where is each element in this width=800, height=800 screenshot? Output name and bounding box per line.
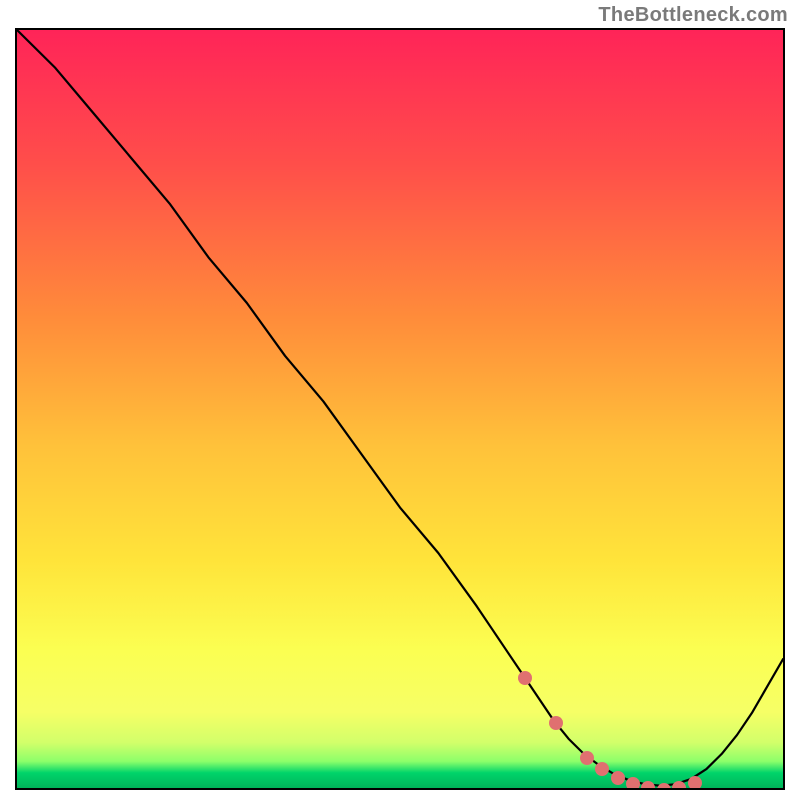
data-marker xyxy=(641,781,655,790)
data-marker xyxy=(580,751,594,765)
data-marker xyxy=(595,762,609,776)
marker-layer xyxy=(17,30,783,788)
plot-area xyxy=(15,28,785,790)
data-marker xyxy=(657,783,671,790)
data-marker xyxy=(611,771,625,785)
data-marker xyxy=(688,776,702,790)
watermark-text: TheBottleneck.com xyxy=(598,4,788,27)
data-marker xyxy=(672,781,686,790)
chart-frame: TheBottleneck.com xyxy=(0,0,800,800)
data-marker xyxy=(549,716,563,730)
data-marker xyxy=(626,777,640,790)
data-marker xyxy=(518,671,532,685)
